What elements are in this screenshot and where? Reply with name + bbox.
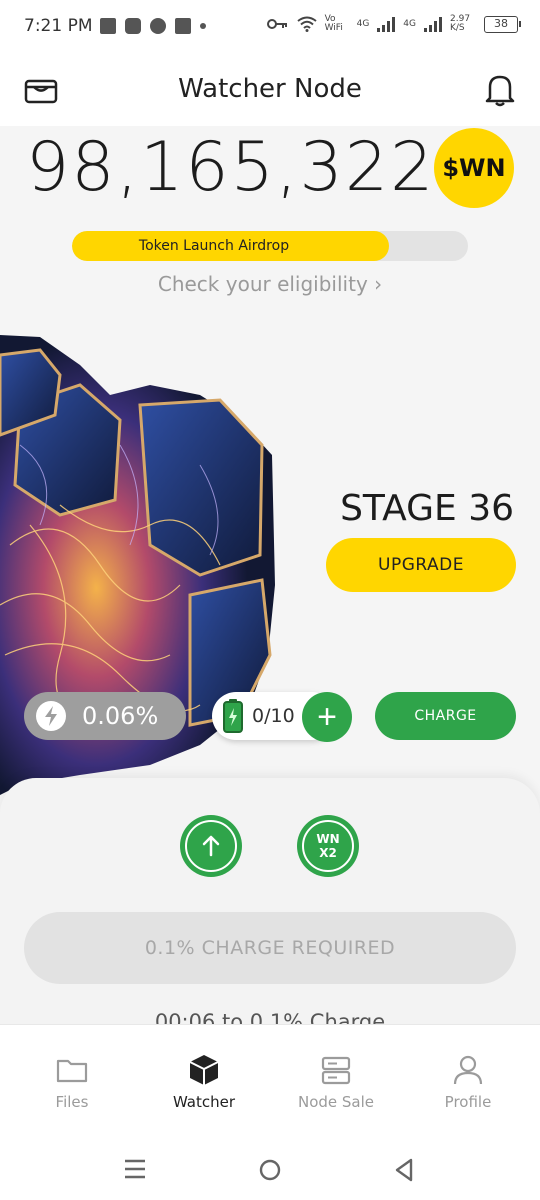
bell-icon[interactable]	[484, 72, 516, 108]
recent-apps-icon[interactable]	[124, 1158, 146, 1180]
home-icon[interactable]	[258, 1158, 282, 1182]
battery-icon: 38	[484, 15, 521, 33]
charge-percent: 0.06%	[82, 702, 159, 730]
airdrop-progress-bar[interactable]: Token Launch Airdrop	[72, 231, 468, 261]
status-right: Vo WiFi 4G 4G 2.97 K/S 38	[266, 14, 521, 33]
page-title: Watcher Node	[178, 74, 362, 104]
nav-item-node-sale[interactable]: Node Sale	[276, 1053, 396, 1111]
nav-item-watcher[interactable]: Watcher	[144, 1053, 264, 1111]
vowifi-label: Vo WiFi	[324, 14, 343, 33]
key-icon	[266, 19, 287, 29]
signal-icon	[424, 16, 442, 32]
stage-label: STAGE 36	[340, 488, 514, 529]
battery-count: 0/10	[252, 705, 295, 727]
wn-x2-button[interactable]: WN X2	[297, 815, 359, 877]
notification-icons	[100, 18, 206, 34]
check-eligibility-link[interactable]: Check your eligibility ›	[0, 272, 540, 296]
airdrop-label: Token Launch Airdrop	[138, 238, 290, 254]
wifi-icon	[296, 16, 317, 32]
charge-timer: 00:06 to 0.1% Charge	[154, 1010, 386, 1024]
cube-icon	[189, 1055, 219, 1085]
multiplier-line-2: X2	[319, 846, 337, 860]
back-icon[interactable]	[394, 1158, 414, 1182]
user-icon	[453, 1055, 483, 1085]
nav-label-profile: Profile	[444, 1093, 492, 1111]
arrow-up-icon	[185, 820, 237, 872]
more-notifications-icon	[200, 23, 206, 29]
upgrade-button[interactable]: UPGRADE	[326, 538, 516, 592]
add-battery-button[interactable]: +	[302, 692, 352, 742]
charge-percent-pill: 0.06%	[24, 692, 186, 740]
nav-label-watcher: Watcher	[172, 1093, 236, 1111]
app-icon	[150, 18, 166, 34]
action-card	[0, 778, 540, 1038]
charge-required-button[interactable]: 0.1% CHARGE REQUIRED	[24, 912, 516, 984]
boost-button[interactable]	[180, 815, 242, 877]
signal-label-1: 4G	[356, 19, 370, 29]
notification-icon	[175, 18, 191, 34]
app-header: Watcher Node	[0, 56, 540, 126]
system-nav-bar	[0, 1128, 540, 1200]
multiplier-line-1: WN	[316, 832, 340, 846]
nav-label-node-sale: Node Sale	[297, 1093, 375, 1111]
network-speed: 2.97 K/S	[450, 14, 471, 33]
wn-x2-icon: WN X2	[302, 820, 354, 872]
folder-icon	[56, 1059, 88, 1083]
wn-token-badge: $WN	[434, 128, 514, 208]
nav-item-files[interactable]: Files	[12, 1053, 132, 1111]
status-bar: 7:21 PM Vo WiFi 4G 4G 2.97 K/S 38	[0, 0, 540, 56]
bottom-nav: Files Watcher Node Sale Profile	[0, 1024, 540, 1128]
battery-icon	[223, 699, 243, 733]
nav-label-files: Files	[55, 1093, 89, 1111]
server-icon	[321, 1056, 351, 1085]
status-time: 7:21 PM	[24, 16, 93, 36]
token-balance: 98,165,322	[26, 128, 436, 207]
notification-icon	[100, 18, 116, 34]
signal-label-2: 4G	[403, 19, 416, 29]
nav-item-profile[interactable]: Profile	[408, 1053, 528, 1111]
snapchat-icon	[125, 18, 141, 34]
charge-button[interactable]: CHARGE	[375, 692, 516, 740]
signal-icon	[377, 16, 396, 32]
bolt-icon	[36, 701, 66, 731]
